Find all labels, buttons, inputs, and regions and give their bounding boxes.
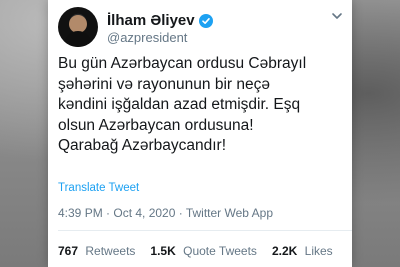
retweets-label: Retweets bbox=[85, 244, 136, 258]
tweet-header: İlham Əliyev @azpresident bbox=[58, 7, 344, 47]
quote-tweets-stat[interactable]: 1.5K Quote Tweets bbox=[150, 244, 257, 258]
verified-badge-icon bbox=[198, 13, 213, 28]
avatar[interactable] bbox=[58, 7, 98, 47]
retweets-count: 767 bbox=[58, 244, 79, 258]
tweet-timestamp-source[interactable]: 4:39 PM · Oct 4, 2020 · Twitter Web App bbox=[58, 206, 273, 220]
translate-tweet-link[interactable]: Translate Tweet bbox=[58, 182, 139, 194]
quote-tweets-count: 1.5K bbox=[150, 244, 176, 258]
author-name-row[interactable]: İlham Əliyev bbox=[107, 12, 213, 29]
tweet-card: İlham Əliyev @azpresident Bu gün Azərbay… bbox=[48, 0, 352, 267]
tweet-text: Bu gün Azərbaycan ordusu Cəbrayıl şəhəri… bbox=[58, 55, 307, 154]
retweets-stat[interactable]: 767 Retweets bbox=[58, 244, 135, 258]
chevron-down-icon[interactable] bbox=[330, 9, 344, 23]
author-handle[interactable]: @azpresident bbox=[107, 30, 187, 45]
author-name[interactable]: İlham Əliyev bbox=[107, 12, 195, 29]
likes-count: 2.2K bbox=[271, 244, 298, 258]
likes-stat[interactable]: 2.2K Likes bbox=[272, 244, 333, 258]
divider bbox=[58, 230, 352, 231]
likes-label: Likes bbox=[304, 244, 333, 258]
quote-tweets-label: Quote Tweets bbox=[183, 244, 257, 258]
tweet-stats: 767 Retweets 1.5K Quote Tweets 2.2K Like… bbox=[58, 244, 333, 258]
